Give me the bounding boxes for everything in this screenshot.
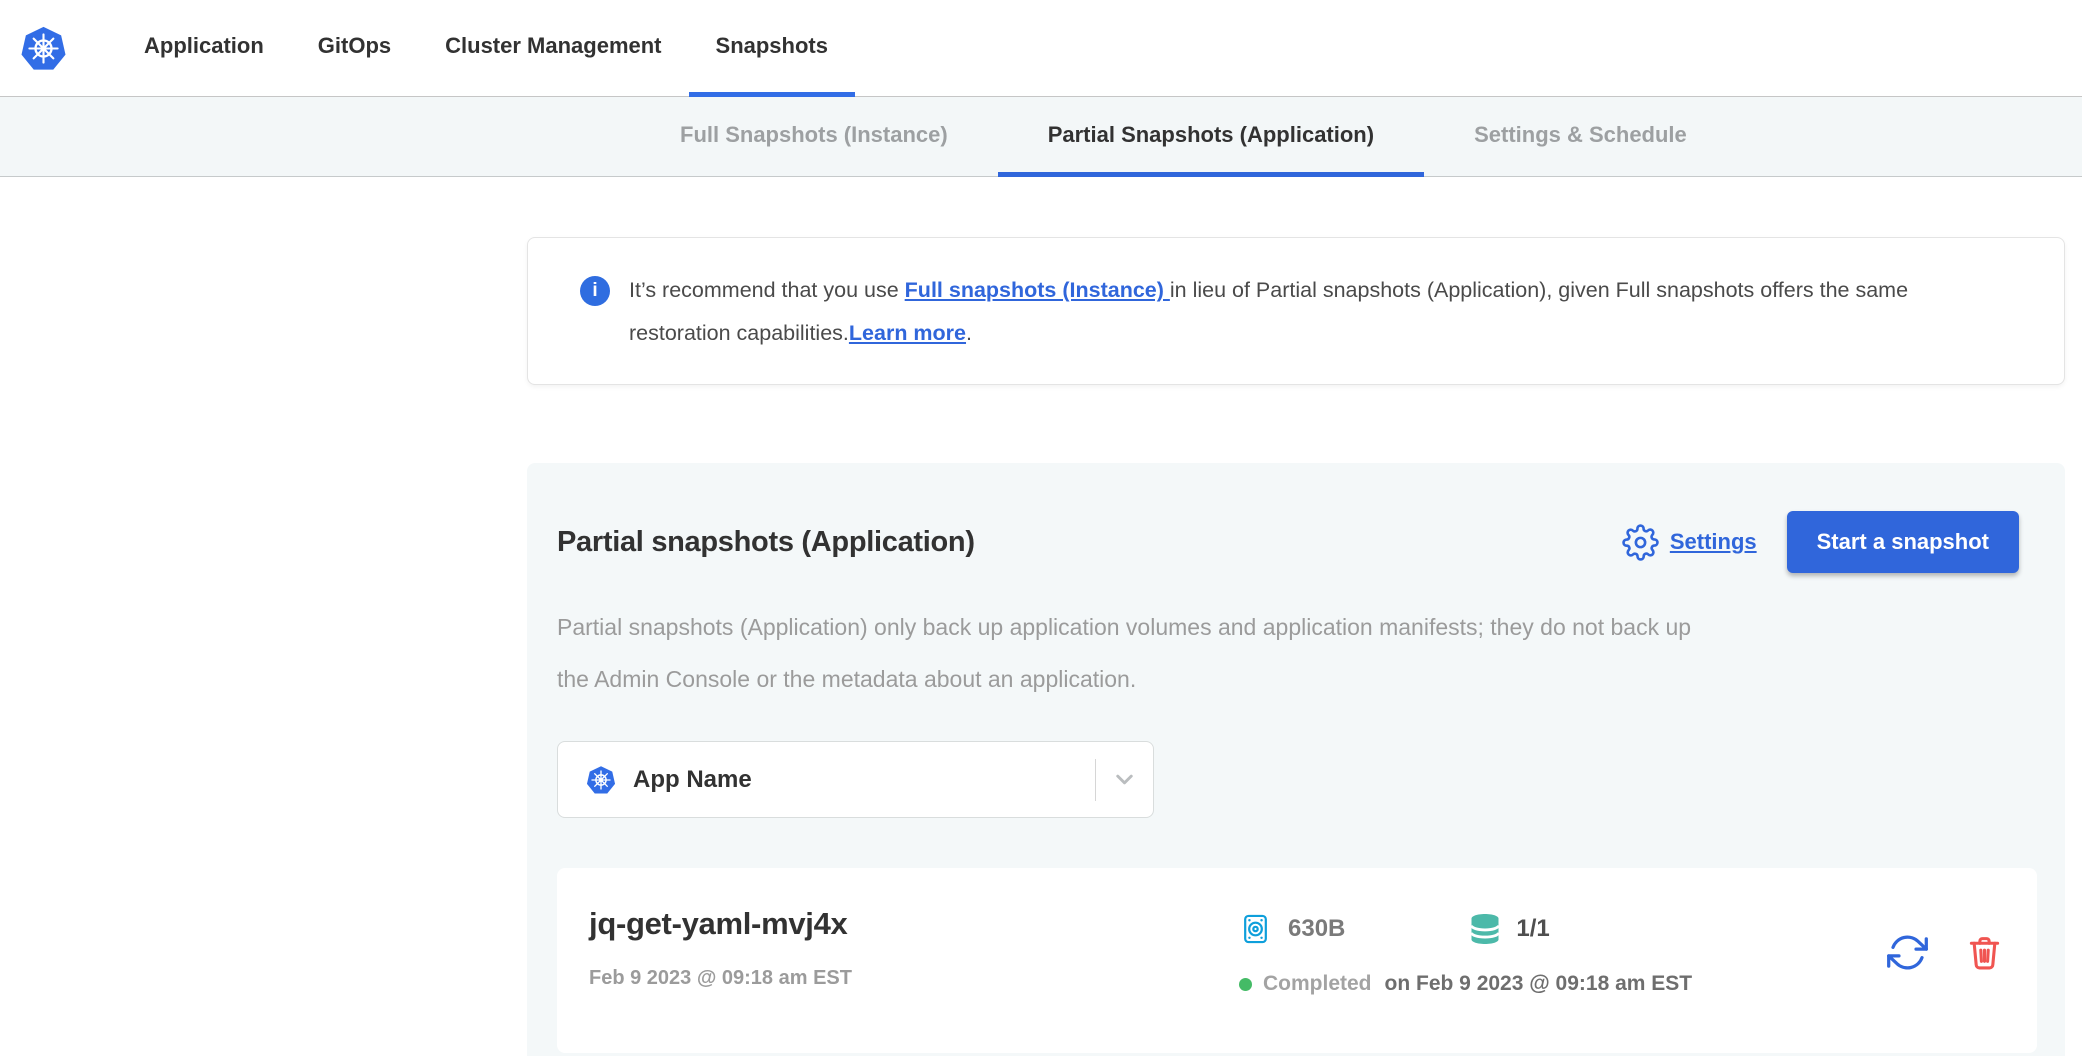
panel-description-line2: the Admin Console or the metadata about … xyxy=(557,653,2037,705)
full-snapshots-instance-link[interactable]: Full snapshots (Instance) xyxy=(905,278,1170,302)
snapshot-metrics: 630B 1/1 xyxy=(1239,906,1887,996)
panel-description: Partial snapshots (Application) only bac… xyxy=(557,601,2037,705)
status-label: Completed xyxy=(1263,972,1372,996)
info-icon: i xyxy=(580,276,610,306)
snapshot-size-value: 630B xyxy=(1288,915,1345,943)
snapshot-name: jq-get-yaml-mvj4x xyxy=(589,906,1239,942)
snapshot-started-timestamp: Feb 9 2023 @ 09:18 am EST xyxy=(589,967,1239,990)
tab-full-snapshots[interactable]: Full Snapshots (Instance) xyxy=(630,97,998,177)
app-kubernetes-icon xyxy=(586,765,616,795)
banner-text-part3: . xyxy=(966,321,972,345)
snapshot-status: Completed on Feb 9 2023 @ 09:18 am EST xyxy=(1239,972,1887,996)
banner-text-part1: It’s recommend that you use xyxy=(629,278,905,302)
main-content: i It’s recommend that you use Full snaps… xyxy=(0,177,2082,1056)
settings-link[interactable]: Settings xyxy=(1670,529,1757,555)
top-nav-tabs: Application GitOps Cluster Management Sn… xyxy=(117,0,855,96)
app-name-value: App Name xyxy=(633,766,1095,794)
tab-partial-snapshots[interactable]: Partial Snapshots (Application) xyxy=(998,97,1424,177)
snapshot-volumes-value: 1/1 xyxy=(1516,915,1549,943)
nav-tab-application[interactable]: Application xyxy=(117,0,291,97)
nav-tab-snapshots[interactable]: Snapshots xyxy=(689,0,855,97)
partial-snapshots-panel: Partial snapshots (Application) Settings… xyxy=(527,463,2065,1056)
chevron-down-icon[interactable] xyxy=(1096,742,1153,817)
gear-icon[interactable] xyxy=(1622,524,1659,561)
panel-header: Partial snapshots (Application) Settings… xyxy=(557,511,2019,573)
nav-tab-gitops[interactable]: GitOps xyxy=(291,0,418,97)
app-name-dropdown[interactable]: App Name xyxy=(557,741,1154,818)
start-snapshot-button[interactable]: Start a snapshot xyxy=(1787,511,2019,573)
tab-settings-schedule[interactable]: Settings & Schedule xyxy=(1424,97,1737,177)
snapshot-row: jq-get-yaml-mvj4x Feb 9 2023 @ 09:18 am … xyxy=(557,868,2037,1053)
disk-size-icon xyxy=(1239,909,1275,949)
panel-title: Partial snapshots (Application) xyxy=(557,526,975,559)
kubernetes-logo-icon xyxy=(20,25,67,72)
snapshot-volumes-metric: 1/1 xyxy=(1467,909,1549,949)
panel-description-line1: Partial snapshots (Application) only bac… xyxy=(557,601,2037,653)
snapshot-finished-timestamp: on Feb 9 2023 @ 09:18 am EST xyxy=(1385,972,1693,996)
snapshot-info: jq-get-yaml-mvj4x Feb 9 2023 @ 09:18 am … xyxy=(589,906,1239,990)
snapshot-actions xyxy=(1887,906,2003,973)
nav-tab-cluster-management[interactable]: Cluster Management xyxy=(418,0,688,97)
panel-actions: Settings Start a snapshot xyxy=(1622,511,2019,573)
snapshot-size-metric: 630B xyxy=(1239,909,1345,949)
status-dot xyxy=(1239,978,1252,991)
snapshots-subnav: Full Snapshots (Instance) Partial Snapsh… xyxy=(0,97,2082,177)
restore-icon[interactable] xyxy=(1887,932,1928,973)
banner-text: It’s recommend that you use Full snapsho… xyxy=(629,269,2004,355)
volumes-database-icon xyxy=(1467,909,1503,949)
learn-more-link[interactable]: Learn more xyxy=(849,321,966,345)
delete-icon[interactable] xyxy=(1966,934,2003,971)
info-banner: i It’s recommend that you use Full snaps… xyxy=(527,237,2065,385)
top-nav: Application GitOps Cluster Management Sn… xyxy=(0,0,2082,97)
admin-console-page: Application GitOps Cluster Management Sn… xyxy=(0,0,2082,1056)
